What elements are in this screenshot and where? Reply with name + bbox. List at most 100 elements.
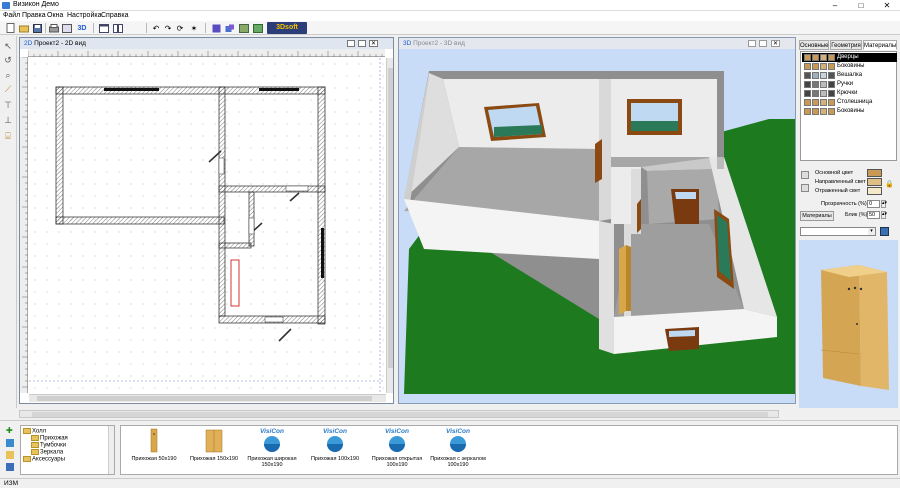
- paste-material-icon[interactable]: [801, 184, 809, 192]
- shapes-icon[interactable]: [224, 22, 236, 34]
- left-toolbar: ↖ ↺ ⌕ ⟋ ⊤ ⊥ ⌸: [0, 36, 17, 408]
- window-icon[interactable]: [98, 22, 110, 34]
- furniture-icon[interactable]: ⌸: [2, 130, 14, 142]
- undo-icon[interactable]: ↺: [2, 54, 14, 66]
- visicon-logo: VisiCon: [446, 428, 470, 435]
- library-icon[interactable]: [6, 439, 14, 447]
- new-file-icon[interactable]: [4, 22, 16, 34]
- catalog-item[interactable]: Прихожая 50x190: [123, 428, 185, 462]
- material-item[interactable]: Крючки: [802, 89, 897, 98]
- menu-help[interactable]: Справка: [101, 12, 128, 19]
- catalog-item[interactable]: Прихожая 150x190: [183, 428, 245, 462]
- folder-icon[interactable]: [6, 451, 14, 459]
- tree-scrollbar[interactable]: [108, 426, 114, 474]
- catalog-item[interactable]: VisiCon Прихожая широкая 150x190: [241, 428, 303, 468]
- view-3d-minimize-button[interactable]: [748, 40, 756, 47]
- rotate-left-icon[interactable]: ↶: [150, 22, 162, 34]
- category-tree[interactable]: Холл Прихожая Тумбочки Зеркала Аксессуары: [20, 425, 115, 475]
- materials-button[interactable]: Материалы: [800, 211, 834, 221]
- tree-item[interactable]: Прихожая: [31, 435, 68, 442]
- texture-icon[interactable]: [238, 22, 250, 34]
- tree-item-label: Холл: [32, 428, 47, 435]
- transparency-input[interactable]: 0: [867, 200, 880, 208]
- rotate-right-icon[interactable]: ↷: [162, 22, 174, 34]
- zoom-icon[interactable]: ⌕: [2, 69, 14, 81]
- material-label: Боковины: [837, 108, 865, 114]
- cube-icon[interactable]: [210, 22, 222, 34]
- 3dsoft-logo[interactable]: 3Dsoft: [267, 22, 307, 34]
- transparency-spinner[interactable]: ▴▾: [881, 200, 887, 208]
- tree-item[interactable]: Тумбочки: [31, 442, 66, 449]
- print-icon[interactable]: [48, 22, 60, 34]
- material-item[interactable]: Боковины: [802, 107, 897, 116]
- ruler-icon[interactable]: ⟋: [2, 83, 14, 95]
- view-3d-maximize-button[interactable]: [759, 40, 767, 47]
- minimize-button[interactable]: –: [822, 0, 848, 11]
- menu-windows[interactable]: Окна: [47, 12, 63, 19]
- add-icon[interactable]: ✚: [6, 427, 14, 435]
- base-color-swatch[interactable]: [867, 169, 882, 177]
- save-icon[interactable]: [31, 22, 43, 34]
- tree-item[interactable]: Аксессуары: [23, 456, 65, 463]
- material-item[interactable]: Столешница: [802, 98, 897, 107]
- view-2d-maximize-button[interactable]: [358, 40, 366, 47]
- copy-material-icon[interactable]: [801, 171, 809, 179]
- material-item[interactable]: Вешалка: [802, 71, 897, 80]
- material-item[interactable]: Боковины: [802, 62, 897, 71]
- menu-file[interactable]: Файл: [3, 12, 20, 19]
- floor-plan-canvas[interactable]: [29, 58, 385, 393]
- open-folder-icon[interactable]: [18, 22, 30, 34]
- menu-settings[interactable]: Настройка: [67, 12, 101, 19]
- material-color-swatch: [812, 90, 819, 97]
- render-icon[interactable]: [252, 22, 264, 34]
- material-color-swatch: [828, 90, 835, 97]
- sparkle-icon[interactable]: ✶: [188, 22, 200, 34]
- view-2d-horizontal-scrollbar[interactable]: [29, 394, 386, 402]
- close-button[interactable]: ✕: [874, 0, 900, 11]
- catalog-item[interactable]: VisiCon Прихожая 100x190: [304, 428, 366, 462]
- view-2d-vertical-scrollbar[interactable]: [386, 58, 393, 393]
- material-color-swatch: [828, 81, 835, 88]
- tree-item-label: Аксессуары: [32, 456, 65, 463]
- tree-item[interactable]: Холл: [23, 428, 46, 435]
- catalog-item[interactable]: VisiCon Прихожая открытая 100x190: [366, 428, 428, 468]
- menu-edit[interactable]: Правка: [22, 12, 46, 19]
- material-dropdown[interactable]: ▾: [800, 227, 876, 236]
- material-item[interactable]: Ручки: [802, 80, 897, 89]
- tab-main[interactable]: Основные: [799, 40, 829, 50]
- material-color-swatch: [820, 81, 827, 88]
- view-2d-close-button[interactable]: ✕: [369, 40, 378, 47]
- view-3d-icon[interactable]: 3D: [76, 22, 88, 34]
- maximize-button[interactable]: □: [848, 0, 874, 11]
- dimension-icon[interactable]: ⊥: [2, 114, 14, 126]
- save-material-icon[interactable]: [880, 227, 889, 236]
- catalog-list[interactable]: Прихожая 50x190 Прихожая 150x190 VisiCon Пр…: [120, 425, 898, 475]
- preview-icon[interactable]: [61, 22, 73, 34]
- material-color-swatch: [828, 54, 835, 61]
- material-label: Столешница: [837, 99, 873, 105]
- tab-geometry[interactable]: Геометрия: [830, 40, 862, 50]
- windows-icon[interactable]: [112, 22, 124, 34]
- title-bar: Визикон Демо – □ ✕: [0, 0, 900, 11]
- cursor-icon[interactable]: ↖: [2, 40, 14, 52]
- material-color-swatch: [820, 54, 827, 61]
- tree-item[interactable]: Зеркала: [31, 449, 63, 456]
- view-3d-window: 3D Проект2 - 3D вид ✕: [398, 37, 796, 404]
- material-color-swatch: [820, 63, 827, 70]
- catalog-item[interactable]: VisiCon Прихожая с зеркалом 100x190: [427, 428, 489, 468]
- shine-input[interactable]: 50: [867, 211, 880, 219]
- save-library-icon[interactable]: [6, 463, 14, 471]
- material-item[interactable]: Дверцы: [802, 53, 897, 62]
- workspace-horizontal-scrollbar[interactable]: [19, 410, 779, 418]
- view-3d-close-button[interactable]: ✕: [771, 40, 780, 47]
- wall-tool-icon[interactable]: ⊤: [2, 99, 14, 111]
- 3d-scene[interactable]: [399, 49, 795, 403]
- rotate-icon[interactable]: ⟳: [174, 22, 186, 34]
- directed-light-swatch[interactable]: [867, 178, 882, 186]
- tab-materials[interactable]: Материалы: [863, 40, 897, 50]
- shine-spinner[interactable]: ▴▾: [881, 211, 887, 219]
- view-2d-minimize-button[interactable]: [347, 40, 355, 47]
- materials-list[interactable]: Дверцы Боковины Вешалка Ручки Крючки Столешни…: [800, 51, 897, 161]
- reflected-light-swatch[interactable]: [867, 187, 882, 195]
- lock-icon[interactable]: 🔒: [885, 180, 894, 188]
